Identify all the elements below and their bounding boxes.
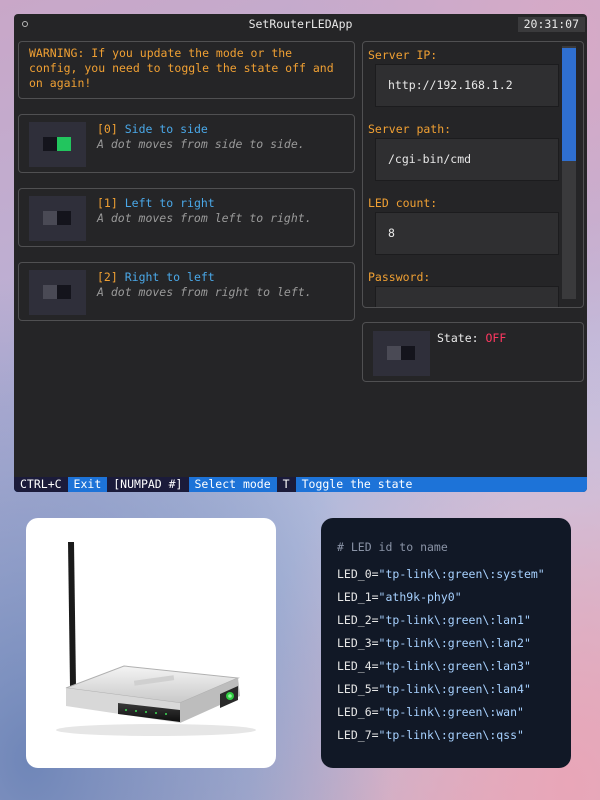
led-pixel [57,285,71,299]
window-dot-icon[interactable] [22,21,28,27]
state-label: State: [437,331,479,345]
led-pixel [43,285,57,299]
mode-description: A dot moves from left to right. [97,211,312,225]
led-pixel-lit [57,137,71,151]
led-pixel [401,346,415,360]
mode-description: A dot moves from right to left. [97,285,312,299]
mode-index: [0] [97,122,118,136]
scrollbar-thumb[interactable] [562,48,576,161]
code-value: "tp-link\:green\:lan4" [378,682,531,696]
code-value: "tp-link\:green\:system" [378,567,545,581]
state-panel[interactable]: State: OFF [362,322,584,382]
mode-name: Right to left [124,270,215,284]
mode-index: [1] [97,196,118,210]
led-pixel [43,137,57,151]
code-line: LED_6="tp-link\:green\:wan" [337,701,571,724]
mode-preview [29,270,86,315]
code-key: LED_3= [337,636,379,650]
code-value: "tp-link\:green\:wan" [378,705,524,719]
password-label: Password: [368,270,431,284]
code-line: LED_1="ath9k-phy0" [337,586,571,609]
footer-action-select-mode[interactable]: Select mode [189,477,277,492]
mode-option-2[interactable]: [2] Right to left A dot moves from right… [18,262,355,321]
code-comment: # LED id to name [337,540,448,554]
code-line: LED_7="tp-link\:green\:qss" [337,724,571,747]
led-config-code-block: # LED id to name LED_0="tp-link\:green\:… [321,518,571,768]
mode-name: Side to side [124,122,208,136]
code-key: LED_6= [337,705,379,719]
form-scrollbar[interactable] [562,46,576,299]
footer-key-exit[interactable]: CTRL+C [14,477,68,492]
code-key: LED_4= [337,659,379,673]
server-ip-label: Server IP: [368,48,438,62]
mode-index: [2] [97,270,118,284]
code-line: LED_3="tp-link\:green\:lan2" [337,632,571,655]
code-key: LED_2= [337,613,379,627]
title-bar: SetRouterLEDApp 20:31:07 [14,14,587,34]
app-title: SetRouterLEDApp [248,17,353,31]
code-line: LED_5="tp-link\:green\:lan4" [337,678,571,701]
code-line: LED_2="tp-link\:green\:lan1" [337,609,571,632]
code-key: LED_5= [337,682,379,696]
led-pixel [43,211,57,225]
router-photo-card [26,518,276,768]
footer-key-select-mode[interactable]: [NUMPAD #] [107,477,189,492]
router-image [56,542,256,736]
mode-preview [29,196,86,241]
config-form: Server IP: http://192.168.1.2 Server pat… [362,41,584,308]
mode-description: A dot moves from side to side. [97,137,305,151]
server-path-input[interactable]: /cgi-bin/cmd [375,138,559,181]
mode-preview [29,122,86,167]
code-value: "ath9k-phy0" [378,590,462,604]
code-value: "tp-link\:green\:lan2" [378,636,531,650]
server-ip-input[interactable]: http://192.168.1.2 [375,64,559,107]
mode-name: Left to right [124,196,215,210]
footer-keybar: CTRL+C Exit [NUMPAD #] Select mode T Tog… [14,477,587,492]
code-key: LED_0= [337,567,379,581]
footer-action-exit[interactable]: Exit [68,477,108,492]
code-value: "tp-link\:green\:qss" [378,728,524,742]
mode-option-1[interactable]: [1] Left to right A dot moves from left … [18,188,355,247]
warning-message: WARNING: If you update the mode or the c… [18,41,355,99]
code-value: "tp-link\:green\:lan1" [378,613,531,627]
led-count-input[interactable]: 8 [375,212,559,255]
state-preview [373,331,430,376]
state-value: OFF [485,331,507,345]
led-count-label: LED count: [368,196,438,210]
password-input[interactable] [375,286,559,307]
code-line: LED_4="tp-link\:green\:lan3" [337,655,571,678]
led-pixel [57,211,71,225]
mode-option-0[interactable]: [0] Side to side A dot moves from side t… [18,114,355,173]
footer-action-toggle[interactable]: Toggle the state [296,477,419,492]
server-path-label: Server path: [368,122,452,136]
led-pixel [387,346,401,360]
footer-key-toggle[interactable]: T [276,477,296,492]
code-line: LED_0="tp-link\:green\:system" [337,563,571,586]
code-value: "tp-link\:green\:lan3" [378,659,531,673]
code-key: LED_7= [337,728,379,742]
code-key: LED_1= [337,590,379,604]
clock: 20:31:07 [517,17,585,32]
terminal-app-window: SetRouterLEDApp 20:31:07 WARNING: If you… [14,14,587,492]
